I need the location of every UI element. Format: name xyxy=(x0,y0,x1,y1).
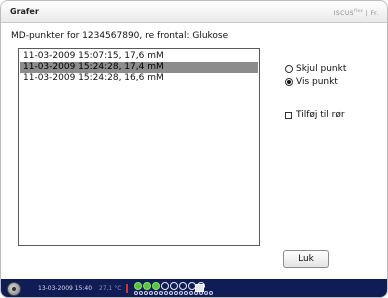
analyzer-subslot-icon xyxy=(184,291,188,295)
analyzer-slot-icon[interactable] xyxy=(152,282,160,290)
list-item[interactable]: 11-03-2009 15:07:15, 17,6 mM xyxy=(20,51,258,62)
brand-sup: flex xyxy=(354,8,364,13)
status-separator xyxy=(126,284,128,293)
analyzer-subslot-icon xyxy=(149,291,153,295)
analyzer-slot-icon[interactable] xyxy=(161,282,169,290)
hide-point-radio[interactable] xyxy=(285,65,293,73)
power-icon[interactable] xyxy=(7,282,21,296)
analyzer-slot-icon[interactable] xyxy=(179,282,187,290)
status-bar: 13-03-2009 15:40 27,1 °C xyxy=(1,279,387,297)
close-button[interactable]: Luk xyxy=(283,250,329,268)
add-to-tube-label: Tilføj til rør xyxy=(296,110,345,120)
page-subtitle: MD-punkter for 1234567890, re frontal: G… xyxy=(11,31,229,41)
brand-logo: ISCUSflex | Fr. xyxy=(334,8,379,17)
show-point-radio[interactable] xyxy=(285,78,293,86)
analyzer-slot-icon[interactable] xyxy=(170,282,178,290)
analyzer-subslot-icon xyxy=(204,291,208,295)
analyzer-subslot-icon xyxy=(134,291,138,295)
analyzer-subslot-icon xyxy=(179,291,183,295)
list-item[interactable]: 11-03-2009 15:24:28, 16,6 mM xyxy=(20,73,258,84)
show-point-option[interactable]: Vis punkt xyxy=(285,76,338,88)
md-points-list[interactable]: 11-03-2009 15:07:15, 17,6 mM 11-03-2009 … xyxy=(18,48,260,246)
status-datetime: 13-03-2009 15:40 xyxy=(38,285,93,292)
analyzer-subslot-icon xyxy=(159,291,163,295)
title-bar: Grafer ISCUSflex | Fr. xyxy=(1,1,387,23)
status-temperature: 27,1 °C xyxy=(99,285,122,292)
analyzer-subslot-icon xyxy=(209,291,213,295)
analyzer-subslot-icon xyxy=(144,291,148,295)
brand-suffix: | Fr. xyxy=(365,10,379,17)
show-point-label: Vis punkt xyxy=(296,77,338,87)
analyzer-subslot-icon xyxy=(174,291,178,295)
add-to-tube-checkbox[interactable] xyxy=(285,111,292,119)
brand-name: ISCUS xyxy=(333,10,355,17)
hide-point-label: Skjul punkt xyxy=(296,64,347,74)
add-to-tube-option[interactable]: Tilføj til rør xyxy=(285,109,345,121)
analyzer-subslot-icon xyxy=(164,291,168,295)
monitor-icon[interactable] xyxy=(195,284,204,292)
analyzer-subslot-icon xyxy=(189,291,193,295)
analyzer-subslot-icon xyxy=(169,291,173,295)
hide-point-option[interactable]: Skjul punkt xyxy=(285,63,346,75)
graph-dialog: Grafer ISCUSflex | Fr. MD-punkter for 12… xyxy=(0,0,388,298)
analyzer-subslot-icon xyxy=(139,291,143,295)
analyzer-slot-icon[interactable] xyxy=(143,282,151,290)
list-item-selected[interactable]: 11-03-2009 15:24:28, 17,4 mM xyxy=(20,62,258,73)
window-title: Grafer xyxy=(10,7,39,16)
analyzer-subslot-icon xyxy=(154,291,158,295)
analyzer-slot-icon[interactable] xyxy=(134,282,142,290)
